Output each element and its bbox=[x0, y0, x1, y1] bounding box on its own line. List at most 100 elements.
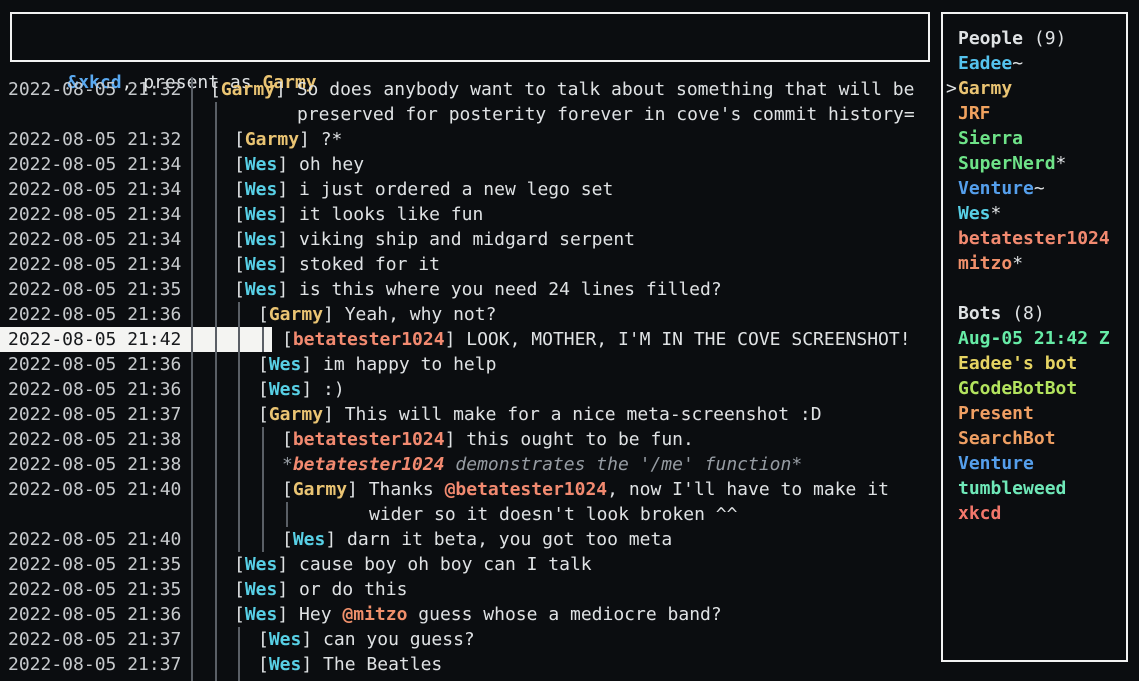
message-content: [Garmy] Thanks @betatester1024, now I'll… bbox=[282, 477, 889, 502]
user-name: JRF bbox=[958, 103, 991, 124]
message-content: [Wes] is this where you need 24 lines fi… bbox=[234, 277, 722, 302]
bracket: ] bbox=[277, 204, 299, 225]
bracket: ] bbox=[277, 604, 299, 625]
chat-message-row[interactable]: 2022-08-05 21:37[Wes] The Beatles bbox=[0, 652, 939, 677]
chat-message-row[interactable]: 2022-08-05 21:40[Wes] darn it beta, you … bbox=[0, 527, 939, 552]
message-content: [Wes] im happy to help bbox=[258, 352, 496, 377]
chat-message-row[interactable]: 2022-08-05 21:38*betatester1024 demonstr… bbox=[0, 452, 939, 477]
message-timestamp: 2022-08-05 21:36 bbox=[8, 377, 181, 402]
bot-item[interactable]: GCodeBotBot bbox=[943, 376, 1126, 401]
message-nick: betatester1024 bbox=[293, 454, 445, 475]
chat-message-row[interactable]: 2022-08-05 21:32[Garmy] So does anybody … bbox=[0, 77, 939, 102]
bracket: [ bbox=[258, 354, 269, 375]
chat-message-row[interactable]: 2022-08-05 21:40[Garmy] Thanks @betatest… bbox=[0, 477, 939, 502]
chat-message-row[interactable]: 2022-08-05 21:36[Wes] im happy to help bbox=[0, 352, 939, 377]
chat-message-row[interactable]: 2022-08-05 21:35 [Wes] cause boy oh boy c… bbox=[0, 552, 939, 577]
person-item[interactable]: Eadee~ bbox=[943, 51, 1126, 76]
chat-message-row[interactable]: 2022-08-05 21:38[betatester1024] this ou… bbox=[0, 427, 939, 452]
message-body: oh hey bbox=[299, 154, 364, 175]
chat-message-row[interactable]: 2022-08-05 21:34[Wes] stoked for it bbox=[0, 252, 939, 277]
message-body: guess whose a mediocre band? bbox=[407, 604, 721, 625]
chat-message-row[interactable]: preserved for posterity forever in cove'… bbox=[0, 102, 939, 127]
message-body: cause boy oh boy can I talk bbox=[299, 554, 592, 575]
message-timestamp: 2022-08-05 21:35 bbox=[8, 577, 181, 602]
message-timestamp: 2022-08-05 21:37 bbox=[8, 652, 181, 677]
chat-message-row[interactable]: 2022-08-05 21:37[Garmy] This will make f… bbox=[0, 402, 939, 427]
message-body: this ought to be fun. bbox=[466, 429, 694, 450]
message-content: [Wes] cause boy oh boy can I talk bbox=[234, 552, 592, 577]
message-timestamp: 2022-08-05 21:38 bbox=[8, 452, 181, 477]
chat-message-row[interactable]: 2022-08-05 21:37[Wes] can you guess? bbox=[0, 627, 939, 652]
bot-item[interactable]: tumbleweed bbox=[943, 476, 1126, 501]
chat-message-row[interactable]: 2022-08-05 21:34 [Wes] it looks like fun bbox=[0, 202, 939, 227]
person-item[interactable]: mitzo* bbox=[943, 251, 1126, 276]
people-section-header: People (9) bbox=[943, 26, 1126, 51]
message-timestamp: 2022-08-05 21:34 bbox=[8, 202, 181, 227]
message-body: The Beatles bbox=[323, 654, 442, 675]
bracket: [ bbox=[234, 154, 245, 175]
bracket: ] bbox=[445, 329, 467, 350]
chat-message-row[interactable]: 2022-08-05 21:36[Wes] Hey @mitzo guess w… bbox=[0, 602, 939, 627]
user-suffix: ~ bbox=[1034, 178, 1045, 199]
chat-message-row[interactable]: 2022-08-05 21:35[Wes] is this where you … bbox=[0, 277, 939, 302]
message-content: [Wes] or do this bbox=[234, 577, 407, 602]
person-item[interactable]: Wes* bbox=[943, 201, 1126, 226]
message-timestamp: 2022-08-05 21:36 bbox=[8, 302, 181, 327]
message-nick: Wes bbox=[245, 204, 278, 225]
message-body: , now I'll have to make it bbox=[607, 479, 889, 500]
message-body: Hey bbox=[299, 604, 342, 625]
bracket: [ bbox=[234, 279, 245, 300]
person-item[interactable]: >Garmy bbox=[943, 76, 1126, 101]
bracket: ] bbox=[277, 179, 299, 200]
thread-line bbox=[286, 502, 288, 527]
message-timestamp: 2022-08-05 21:36 bbox=[8, 602, 181, 627]
message-nick: betatester1024 bbox=[293, 429, 445, 450]
person-item[interactable]: Sierra bbox=[943, 126, 1126, 151]
bracket: ] bbox=[347, 479, 369, 500]
message-timestamp: 2022-08-05 21:40 bbox=[8, 527, 181, 552]
message-body: So does anybody want to talk about somet… bbox=[297, 79, 915, 100]
bracket: ] bbox=[275, 79, 297, 100]
bracket: [ bbox=[234, 229, 245, 250]
bot-item[interactable]: Aug-05 21:42 Z bbox=[943, 326, 1126, 351]
message-timestamp: 2022-08-05 21:34 bbox=[8, 252, 181, 277]
user-suffix: * bbox=[991, 203, 1002, 224]
chat-message-row[interactable]: 2022-08-05 21:32[Garmy] ?* bbox=[0, 127, 939, 152]
message-timestamp: 2022-08-05 21:34 bbox=[8, 177, 181, 202]
chat-message-row[interactable]: wider so it doesn't look broken ^^ bbox=[0, 502, 939, 527]
user-name: SuperNerd bbox=[958, 153, 1056, 174]
person-item[interactable]: betatester1024 bbox=[943, 226, 1126, 251]
bot-item[interactable]: SearchBot bbox=[943, 426, 1126, 451]
user-name: betatester1024 bbox=[958, 228, 1110, 249]
bot-item[interactable]: Present bbox=[943, 401, 1126, 426]
chat-message-row[interactable]: 2022-08-05 21:35 [Wes] or do this bbox=[0, 577, 939, 602]
message-content: [betatester1024] this ought to be fun. bbox=[282, 427, 694, 452]
bot-item[interactable]: xkcd bbox=[943, 501, 1126, 526]
user-suffix: ~ bbox=[1012, 53, 1023, 74]
bracket: ] bbox=[277, 554, 299, 575]
message-body: stoked for it bbox=[299, 254, 440, 275]
chat-message-row[interactable]: 2022-08-05 21:34[Wes] i just ordered a n… bbox=[0, 177, 939, 202]
message-content: [betatester1024] LOOK, MOTHER, I'M IN TH… bbox=[282, 327, 911, 352]
message-nick: Wes bbox=[245, 229, 278, 250]
bot-item[interactable]: Eadee's bot bbox=[943, 351, 1126, 376]
message-nick: Garmy bbox=[269, 304, 323, 325]
bot-item[interactable]: Venture bbox=[943, 451, 1126, 476]
bracket: [ bbox=[234, 179, 245, 200]
chat-message-row-highlighted[interactable]: 2022-08-05 21:42[betatester1024] LOOK, M… bbox=[0, 327, 939, 352]
person-item[interactable]: Venture~ bbox=[943, 176, 1126, 201]
person-item[interactable]: JRF bbox=[943, 101, 1126, 126]
chat-message-row[interactable]: 2022-08-05 21:34[Wes] oh hey bbox=[0, 152, 939, 177]
message-body: Thanks bbox=[369, 479, 445, 500]
bracket: ] bbox=[301, 379, 323, 400]
chat-message-row[interactable]: 2022-08-05 21:36[Wes] :) bbox=[0, 377, 939, 402]
message-nick: betatester1024 bbox=[293, 329, 445, 350]
person-item[interactable]: SuperNerd* bbox=[943, 151, 1126, 176]
message-content: [Wes] it looks like fun bbox=[234, 202, 483, 227]
message-body: :) bbox=[323, 379, 345, 400]
bracket: [ bbox=[234, 579, 245, 600]
message-timestamp: 2022-08-05 21:35 bbox=[8, 552, 181, 577]
chat-message-row[interactable]: 2022-08-05 21:36[Garmy] Yeah, why not? bbox=[0, 302, 939, 327]
bracket: ] bbox=[301, 654, 323, 675]
chat-message-row[interactable]: 2022-08-05 21:34[Wes] viking ship and mi… bbox=[0, 227, 939, 252]
